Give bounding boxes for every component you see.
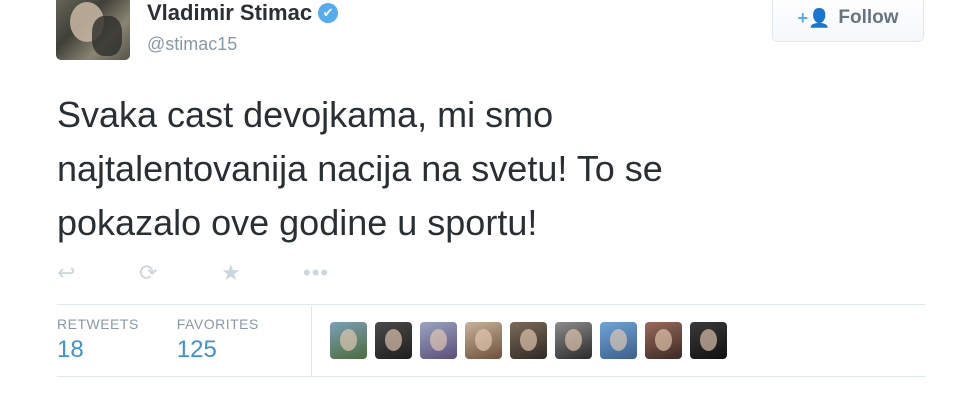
author-avatar[interactable] xyxy=(56,0,130,60)
avatar-figure-shadow xyxy=(92,16,122,56)
favoriter-avatar[interactable] xyxy=(375,322,412,359)
follow-button[interactable]: +👤 Follow xyxy=(772,0,924,42)
tweet-line: najtalentovanija nacija na svetu! To se xyxy=(57,148,663,189)
favoriter-avatars xyxy=(330,322,727,359)
reply-icon[interactable]: ↩ xyxy=(57,260,139,286)
tweet-stats: RETWEETS 18 FAVORITES 125 xyxy=(57,316,297,364)
favoriter-avatar[interactable] xyxy=(690,322,727,359)
favoriter-avatar[interactable] xyxy=(330,322,367,359)
favorites-stat[interactable]: FAVORITES 125 xyxy=(177,316,259,364)
retweets-label: RETWEETS xyxy=(57,316,139,332)
stats-separator xyxy=(311,306,312,376)
tweet-actions: ↩ ⟳ ★ ••• xyxy=(57,258,385,288)
favorites-label: FAVORITES xyxy=(176,316,259,332)
favorites-count: 125 xyxy=(176,336,217,363)
favoriter-avatar[interactable] xyxy=(420,322,457,359)
tweet-line: Svaka cast devojkama, mi smo xyxy=(57,94,554,135)
tweet-text: Svaka cast devojkama, mi smo najtalentov… xyxy=(57,88,917,250)
retweets-count: 18 xyxy=(57,336,84,363)
favoriter-avatar[interactable] xyxy=(645,322,682,359)
favoriter-avatar[interactable] xyxy=(510,322,547,359)
favorite-star-icon[interactable]: ★ xyxy=(221,260,303,286)
favoriter-avatar[interactable] xyxy=(465,322,502,359)
stats-top-divider xyxy=(57,304,925,305)
add-user-icon: +👤 xyxy=(797,7,831,28)
retweet-icon[interactable]: ⟳ xyxy=(139,260,221,286)
author-screen-name[interactable]: @stimac15 xyxy=(147,34,237,55)
verified-badge-icon: ✔ xyxy=(318,3,339,23)
more-options-icon[interactable]: ••• xyxy=(303,260,385,286)
tweet-line: pokazalo ove godine u sportu! xyxy=(57,202,538,243)
stats-bottom-divider xyxy=(57,376,925,377)
author-name-row[interactable]: Vladimir Stimac ✔ xyxy=(147,0,339,26)
favoriter-avatar[interactable] xyxy=(600,322,637,359)
author-full-name[interactable]: Vladimir Stimac xyxy=(147,0,312,26)
favoriter-avatar[interactable] xyxy=(555,322,592,359)
retweets-stat[interactable]: RETWEETS 18 xyxy=(57,316,139,364)
follow-button-label: Follow xyxy=(838,7,899,28)
